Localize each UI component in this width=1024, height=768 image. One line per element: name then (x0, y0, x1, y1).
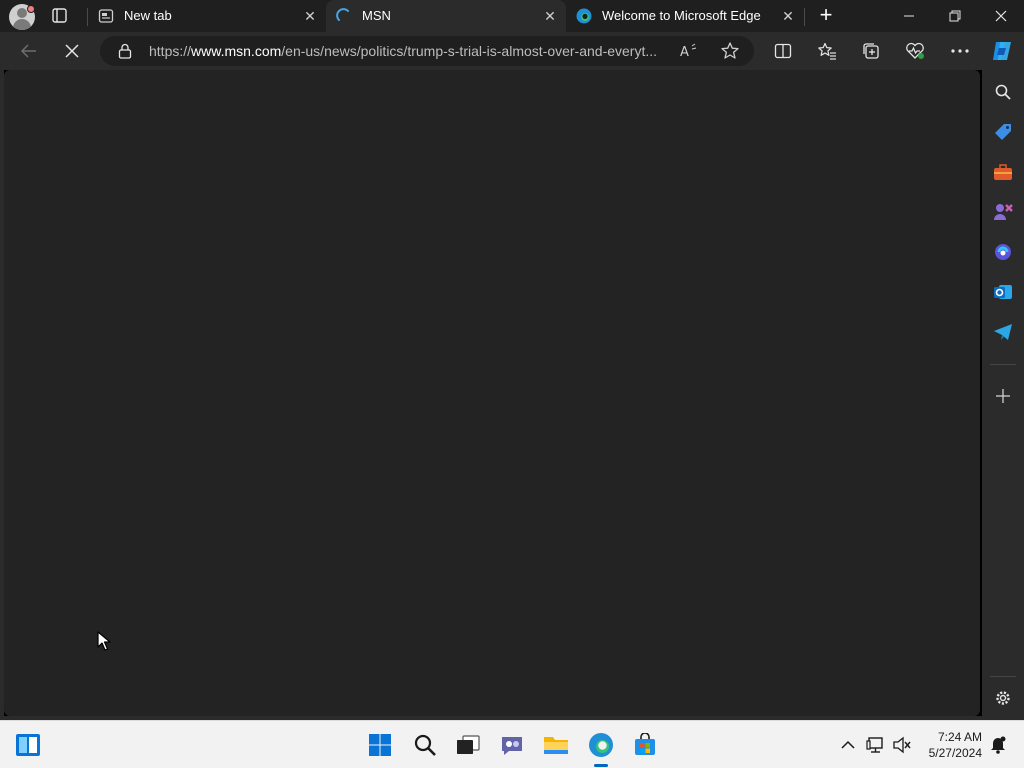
sidebar-separator (990, 676, 1016, 677)
tab-bar: New tab ✕ MSN ✕ Welcome to Microsoft Edg… (0, 0, 1024, 32)
tab-separator (804, 8, 805, 26)
widgets-icon[interactable] (14, 731, 42, 759)
outlook-icon[interactable] (992, 281, 1014, 303)
collections-button[interactable] (856, 36, 886, 66)
copilot-icon[interactable] (992, 241, 1014, 263)
new-tab-button[interactable]: + (814, 4, 838, 28)
volume-muted-icon[interactable] (892, 735, 912, 755)
network-icon[interactable] (866, 735, 886, 755)
page-content-area[interactable] (4, 70, 980, 716)
search-icon[interactable] (411, 731, 439, 759)
favorite-star-icon[interactable] (720, 41, 740, 61)
more-options-button[interactable] (945, 36, 975, 66)
close-window-button[interactable] (978, 0, 1024, 32)
edge-taskbar-icon[interactable] (587, 731, 615, 759)
tab-title: New tab (124, 8, 172, 23)
tab-title: MSN (362, 8, 391, 23)
lock-icon[interactable] (118, 43, 132, 64)
tab-new-tab[interactable]: New tab ✕ (88, 0, 326, 32)
tab-title: Welcome to Microsoft Edge (602, 8, 761, 23)
file-explorer-icon[interactable] (542, 731, 570, 759)
copilot-button[interactable] (987, 36, 1017, 66)
loading-spinner-icon (336, 8, 352, 24)
sidebar-separator (990, 364, 1016, 365)
restore-button[interactable] (932, 0, 978, 32)
close-tab-icon[interactable]: ✕ (302, 8, 318, 24)
show-hidden-icons-chevron-icon[interactable] (838, 735, 858, 755)
split-screen-button[interactable] (768, 36, 798, 66)
back-button[interactable] (14, 36, 44, 66)
shopping-tag-icon[interactable] (992, 121, 1014, 143)
telegram-icon[interactable] (992, 321, 1014, 343)
edge-icon (576, 8, 592, 24)
start-icon[interactable] (366, 731, 394, 759)
system-clock[interactable]: 7:24 AM 5/27/2024 (920, 729, 982, 761)
games-icon[interactable] (992, 201, 1014, 223)
settings-icon[interactable] (992, 687, 1014, 709)
read-aloud-icon[interactable]: A (680, 43, 698, 60)
mouse-cursor-icon (97, 631, 111, 656)
microsoft-store-icon[interactable] (631, 731, 659, 759)
windows-taskbar: 7:24 AM 5/27/2024 (0, 720, 1024, 768)
notifications-icon[interactable] (988, 735, 1008, 755)
close-tab-icon[interactable]: ✕ (780, 8, 796, 24)
teams-chat-icon[interactable] (498, 731, 526, 759)
edge-active-indicator (594, 764, 608, 767)
favorites-button[interactable] (812, 36, 842, 66)
edge-sidebar (982, 70, 1024, 720)
profile-notification-dot (27, 5, 35, 13)
task-view-icon[interactable] (454, 731, 482, 759)
search-icon[interactable] (992, 81, 1014, 103)
tab-actions-icon[interactable] (48, 6, 70, 26)
tab-msn[interactable]: MSN ✕ (326, 0, 566, 32)
navigation-toolbar: https://www.msn.com/en-us/news/politics/… (0, 32, 1024, 70)
tools-briefcase-icon[interactable] (992, 161, 1014, 183)
tab-welcome-edge[interactable]: Welcome to Microsoft Edge ✕ (566, 0, 804, 32)
url-text[interactable]: https://www.msn.com/en-us/news/politics/… (149, 43, 673, 59)
minimize-button[interactable] (886, 0, 932, 32)
clock-date: 5/27/2024 (928, 746, 982, 760)
address-bar[interactable]: https://www.msn.com/en-us/news/politics/… (100, 36, 754, 66)
close-tab-icon[interactable]: ✕ (542, 8, 558, 24)
stop-loading-button[interactable] (57, 36, 87, 66)
clock-time: 7:24 AM (937, 730, 982, 744)
browser-essentials-button[interactable] (900, 36, 930, 66)
new-tab-icon (98, 8, 114, 24)
svg-text:A: A (680, 45, 689, 59)
add-icon[interactable] (992, 385, 1014, 407)
